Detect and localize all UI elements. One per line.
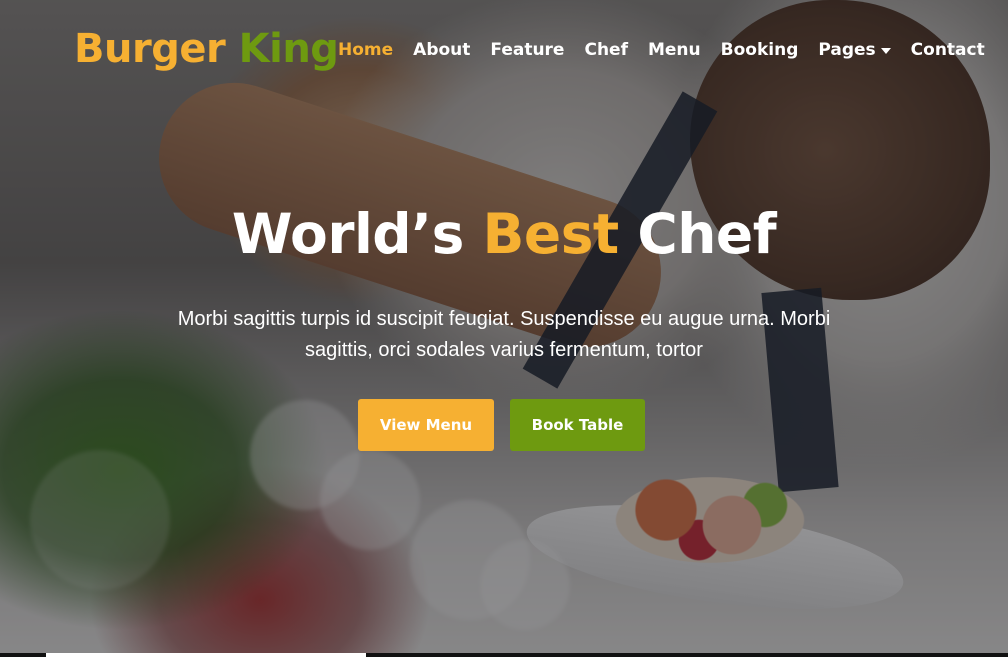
nav-link-home[interactable]: Home <box>338 40 393 60</box>
view-menu-button[interactable]: View Menu <box>358 399 494 451</box>
nav-dropdown-pages[interactable]: Pages <box>818 40 891 60</box>
nav-link-feature[interactable]: Feature <box>490 40 564 60</box>
hero-subtitle: Morbi sagittis turpis id suscipit feugia… <box>177 308 831 361</box>
bottom-progress-bar <box>0 653 1008 657</box>
book-table-button[interactable]: Book Table <box>510 399 645 451</box>
hero-title: World’s Best Chef <box>0 202 1008 266</box>
hero-title-part1: World’s <box>231 202 464 266</box>
nav-link-booking[interactable]: Booking <box>721 40 799 60</box>
main-nav: Home About Feature Chef Menu Booking Pag… <box>338 40 1005 60</box>
brand-logo[interactable]: Burger King <box>74 26 339 72</box>
nav-link-menu[interactable]: Menu <box>648 40 701 60</box>
bottom-progress-segment <box>46 653 366 657</box>
nav-link-chef[interactable]: Chef <box>584 40 628 60</box>
brand-logo-part1: Burger <box>74 26 226 72</box>
nav-dropdown-pages-label: Pages <box>818 40 876 60</box>
hero-title-part2: Chef <box>637 202 777 266</box>
brand-logo-part2: King <box>238 26 339 72</box>
hero-title-accent: Best <box>482 202 619 266</box>
nav-link-contact[interactable]: Contact <box>911 40 985 60</box>
nav-link-about[interactable]: About <box>413 40 470 60</box>
navbar: Burger King Home About Feature Chef Menu… <box>0 0 1008 100</box>
chevron-down-icon <box>880 48 891 54</box>
